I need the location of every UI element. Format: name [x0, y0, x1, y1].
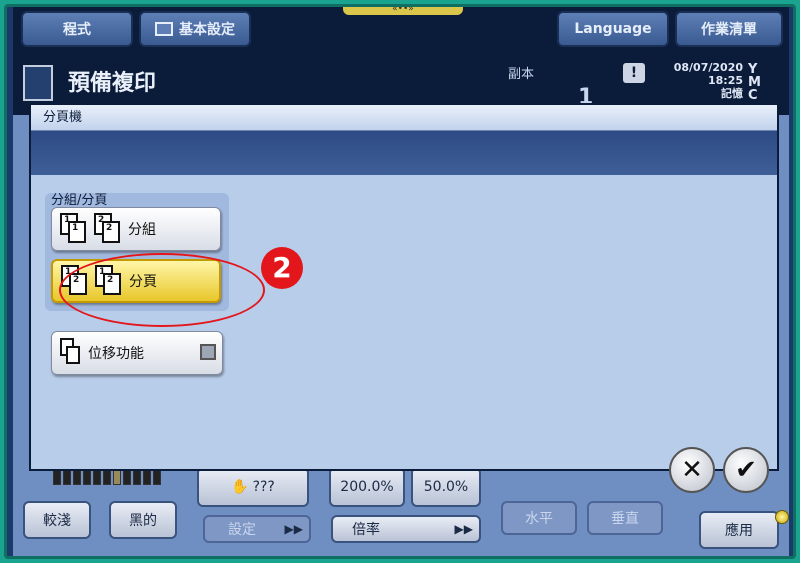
language-button[interactable]: Language	[557, 11, 669, 47]
lighter-label: 較淺	[43, 513, 71, 529]
offset-pages-icon	[60, 338, 82, 368]
unknown-label: ???	[252, 479, 275, 495]
copy-mode-icon	[155, 22, 173, 36]
group-pages-icon: 11	[60, 213, 88, 245]
ratio-button[interactable]: 倍率 ▶▶	[331, 515, 481, 543]
apply-label: 應用	[725, 523, 753, 539]
basic-settings-label: 基本設定	[179, 22, 235, 38]
notch-marks: «••»	[392, 7, 414, 14]
top-bar: 程式 基本設定 «••» Language 作業清單	[13, 7, 789, 55]
cancel-button[interactable]: ✕	[669, 447, 715, 493]
vertical-button[interactable]: 垂直	[587, 501, 663, 535]
device-frame: 程式 基本設定 «••» Language 作業清單 預備複印 副本 1 ! 0…	[4, 4, 796, 559]
group-button[interactable]: 11 22 分組	[51, 207, 221, 251]
group-sort-label: 分組/分頁	[51, 193, 108, 208]
zoom-down-button[interactable]: 50.0%	[411, 467, 481, 507]
dialog-title: 分頁機	[31, 105, 777, 131]
job-list-label: 作業清單	[701, 22, 757, 38]
date: 08/07/2020	[673, 61, 743, 74]
ok-button[interactable]: ✔	[723, 447, 769, 493]
double-arrow-icon: ▶▶	[454, 522, 473, 536]
horizontal-button[interactable]: 水平	[501, 501, 577, 535]
sorter-dialog: 分頁機 分組/分頁 11 22 分組 12 12 分頁 位移功能 2	[29, 103, 779, 471]
annotation-highlight-ellipse	[59, 253, 265, 327]
copy-icon	[23, 65, 53, 101]
touch-screen: 程式 基本設定 «••» Language 作業清單 預備複印 副本 1 ! 0…	[13, 7, 789, 556]
darker-button[interactable]: 黑的	[109, 501, 177, 539]
ratio-label: 倍率	[352, 522, 380, 538]
group-label: 分組	[128, 222, 156, 238]
status-led	[775, 510, 789, 524]
language-label: Language	[574, 21, 652, 37]
job-list-button[interactable]: 作業清單	[675, 11, 783, 47]
zoom-down-label: 50.0%	[423, 479, 469, 495]
close-icon: ✕	[681, 455, 703, 485]
check-icon: ✔	[735, 455, 757, 485]
darker-label: 黑的	[129, 513, 157, 529]
basic-settings-button[interactable]: 基本設定	[139, 11, 251, 47]
zoom-up-button[interactable]: 200.0%	[329, 467, 405, 507]
status-title: 預備複印	[68, 71, 157, 96]
toner-c: C	[748, 88, 758, 103]
zoom-up-label: 200.0%	[340, 479, 394, 495]
group-pages-icon-2: 22	[94, 213, 122, 245]
screen-notch: «••»	[343, 7, 463, 15]
lighter-button[interactable]: 較淺	[23, 501, 91, 539]
offset-label: 位移功能	[88, 346, 144, 362]
time: 18:25	[707, 74, 743, 87]
memory-label: 記憶	[721, 87, 743, 100]
toner-levels: Y M C	[748, 63, 761, 102]
double-arrow-icon: ▶▶	[284, 522, 303, 536]
program-label: 程式	[63, 22, 91, 38]
program-button[interactable]: 程式	[21, 11, 133, 47]
settings-label: 設定	[228, 522, 256, 538]
settings-button[interactable]: 設定 ▶▶	[203, 515, 311, 543]
offset-button[interactable]: 位移功能	[51, 331, 223, 375]
offset-checkbox[interactable]	[200, 344, 216, 360]
step-number-badge: 2	[261, 247, 303, 289]
hand-icon: ✋	[231, 479, 249, 495]
unknown-setting-button[interactable]: ✋ ???	[197, 467, 309, 507]
date-time: 08/07/2020 18:25 記憶	[673, 61, 743, 100]
dialog-header-band	[31, 131, 777, 175]
warning-icon[interactable]: !	[623, 63, 645, 83]
vertical-label: 垂直	[611, 511, 639, 527]
copies-label: 副本	[508, 67, 535, 82]
horizontal-label: 水平	[525, 511, 553, 527]
apply-button[interactable]: 應用	[699, 511, 779, 549]
